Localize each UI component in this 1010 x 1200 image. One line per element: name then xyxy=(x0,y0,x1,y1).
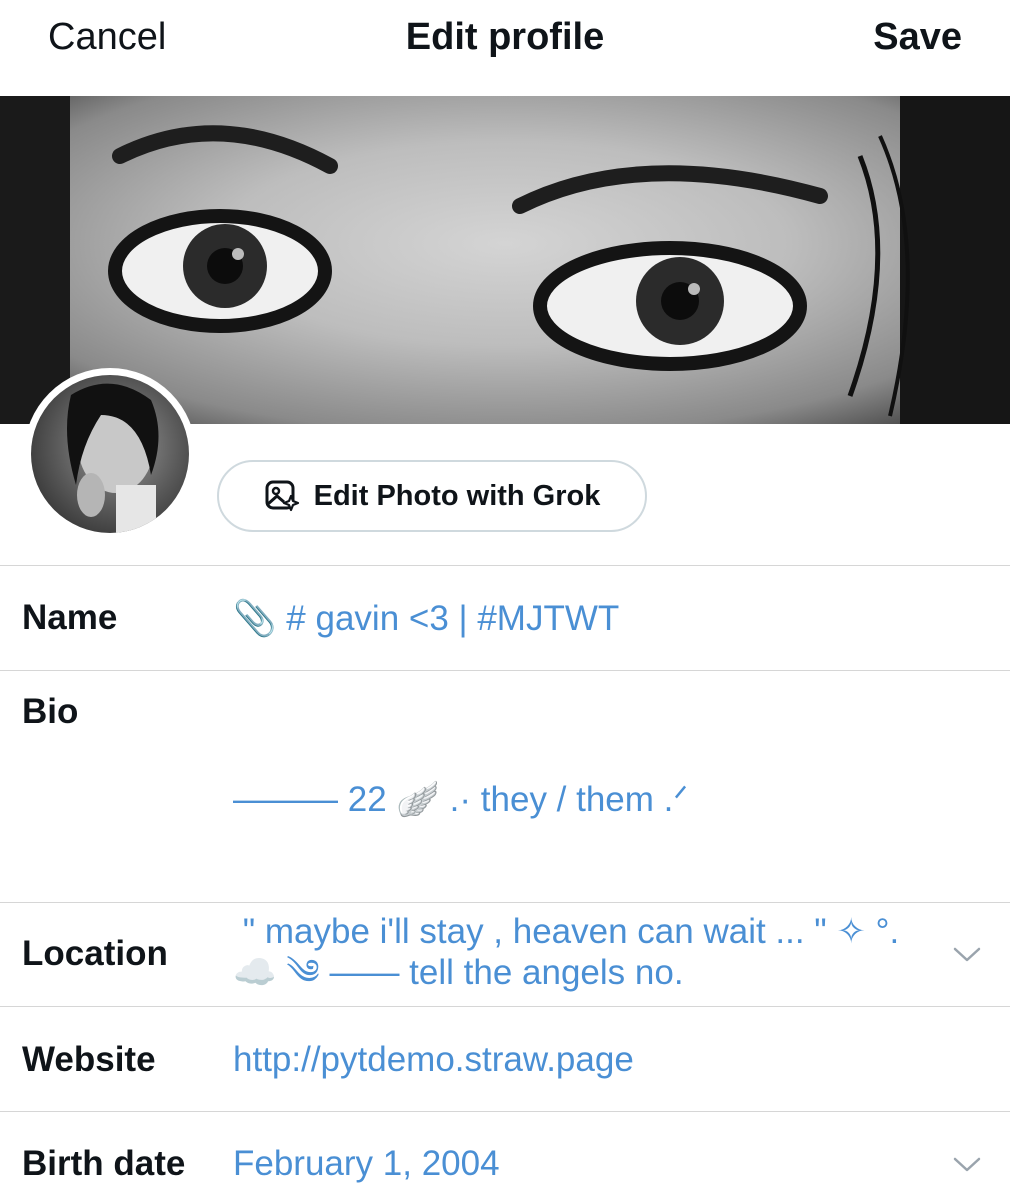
birth-date-label: Birth date xyxy=(22,1144,186,1183)
divider xyxy=(0,565,1010,566)
location-input[interactable]: ☁️ ༄ —— tell the angels no. xyxy=(233,934,684,1032)
header-banner-image[interactable] xyxy=(0,96,1010,424)
website-input[interactable]: http://pytdemo.straw.page xyxy=(233,1040,634,1080)
divider xyxy=(0,1006,1010,1007)
banner-artwork xyxy=(0,96,1010,424)
navigation-bar: Cancel Edit profile Save xyxy=(0,0,1010,96)
website-label: Website xyxy=(22,1040,156,1079)
divider xyxy=(0,1111,1010,1112)
avatar[interactable] xyxy=(31,375,189,533)
divider xyxy=(0,902,1010,903)
edit-photo-with-grok-button[interactable]: Edit Photo with Grok xyxy=(217,460,647,532)
divider xyxy=(0,670,1010,671)
bio-line-1: ——— 22 🪽 .· they / them .ᐟ xyxy=(233,780,689,819)
birth-date-input[interactable]: February 1, 2004 xyxy=(233,1144,500,1184)
avatar-artwork xyxy=(67,383,159,533)
chevron-down-icon[interactable] xyxy=(952,945,982,965)
edit-photo-with-grok-label: Edit Photo with Grok xyxy=(313,479,601,512)
location-label: Location xyxy=(22,934,168,973)
avatar-ring xyxy=(24,368,196,540)
name-label: Name xyxy=(22,598,118,637)
image-sparkle-icon xyxy=(265,480,299,512)
save-button[interactable]: Save xyxy=(873,16,962,59)
page-title: Edit profile xyxy=(405,16,605,58)
name-input[interactable]: 📎 # gavin <3 | #MJTWT xyxy=(233,598,619,639)
chevron-down-icon[interactable] xyxy=(952,1155,982,1175)
bio-label: Bio xyxy=(22,692,79,731)
